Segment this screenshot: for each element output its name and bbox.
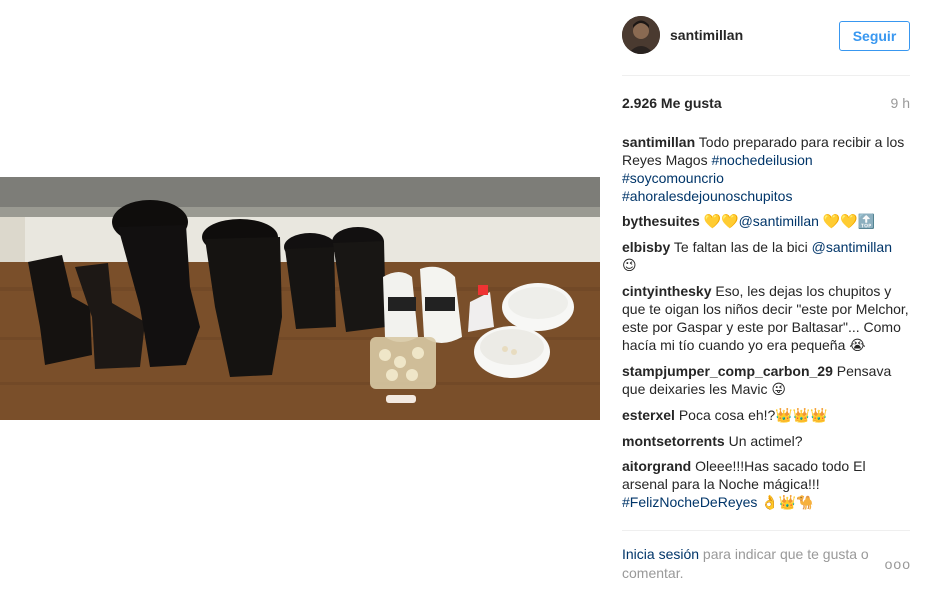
comment-user[interactable]: montsetorrents xyxy=(622,433,725,449)
hashtag-link[interactable]: #nochedeilusion xyxy=(711,152,812,168)
comments-list: santimillan Todo preparado para recibir … xyxy=(622,133,912,519)
comment: aitorgrand Oleee!!!Has sacado todo El ar… xyxy=(622,457,912,512)
avatar[interactable] xyxy=(622,16,660,54)
login-link[interactable]: Inicia sesión xyxy=(622,546,699,562)
comment-user[interactable]: santimillan xyxy=(622,134,695,150)
crown-emoji: 👑👑👑 xyxy=(775,408,828,424)
instagram-post-page: santimillan Seguir 2.926 Me gusta 9 h sa… xyxy=(0,0,933,595)
hashtag-link[interactable]: #soycomouncrio xyxy=(622,170,724,186)
follow-button[interactable]: Seguir xyxy=(839,21,910,51)
wink-emoji: 😉 xyxy=(622,258,637,274)
tongue-wink-emoji: 😜 xyxy=(771,382,787,398)
comment: esterxel Poca cosa eh!?👑👑👑 xyxy=(622,406,912,425)
comment: elbisby Te faltan las de la bici @santim… xyxy=(622,238,912,275)
comment: cintyinthesky Eso, les dejas los chupito… xyxy=(622,282,912,355)
hearts-emoji: 💛💛 xyxy=(703,214,739,230)
header-divider xyxy=(622,75,910,76)
post-photo-image xyxy=(0,177,600,420)
comment: stampjumper_comp_carbon_29 Pensava que d… xyxy=(622,362,912,399)
comment-user[interactable]: cintyinthesky xyxy=(622,283,711,299)
hashtag-link[interactable]: #FelizNocheDeReyes xyxy=(622,494,757,510)
comment-text: Un actimel? xyxy=(728,433,803,449)
mention-link[interactable]: @santimillan xyxy=(812,239,892,255)
comment-user[interactable]: aitorgrand xyxy=(622,458,691,474)
hearts-top-emoji: 💛💛🔝 xyxy=(822,214,876,230)
post-time[interactable]: 9 h xyxy=(891,95,910,111)
media-pane xyxy=(0,0,600,595)
post-username[interactable]: santimillan xyxy=(670,27,743,43)
comment-user[interactable]: bythesuites xyxy=(622,213,700,229)
mention-link[interactable]: @santimillan xyxy=(739,213,819,229)
post-header: santimillan Seguir xyxy=(622,16,910,56)
ok-crown-camel-emoji: 👌👑🐪 xyxy=(761,495,814,511)
comment-user[interactable]: esterxel xyxy=(622,407,675,423)
likes-row: 2.926 Me gusta 9 h xyxy=(622,95,910,115)
comment-user[interactable]: elbisby xyxy=(622,239,670,255)
comment: montsetorrents Un actimel? xyxy=(622,432,912,450)
avatar-image xyxy=(622,16,660,54)
more-options-icon[interactable]: ooo xyxy=(885,556,911,572)
crying-emoji: 😭 xyxy=(849,338,866,354)
hashtag-link[interactable]: #ahoralesdejounoschupitos xyxy=(622,188,792,204)
footer-divider xyxy=(622,530,910,531)
likes-count[interactable]: 2.926 Me gusta xyxy=(622,95,722,111)
comment-text: Poca cosa eh!? xyxy=(678,407,776,423)
login-prompt: Inicia sesión para indicar que te gusta … xyxy=(622,545,912,583)
post-photo[interactable] xyxy=(0,177,600,420)
comment: bythesuites 💛💛@santimillan 💛💛🔝 xyxy=(622,212,912,231)
post-side-panel: santimillan Seguir 2.926 Me gusta 9 h sa… xyxy=(600,0,933,595)
caption: santimillan Todo preparado para recibir … xyxy=(622,133,912,205)
comment-text: Te faltan las de la bici xyxy=(673,239,812,255)
comment-user[interactable]: stampjumper_comp_carbon_29 xyxy=(622,363,833,379)
